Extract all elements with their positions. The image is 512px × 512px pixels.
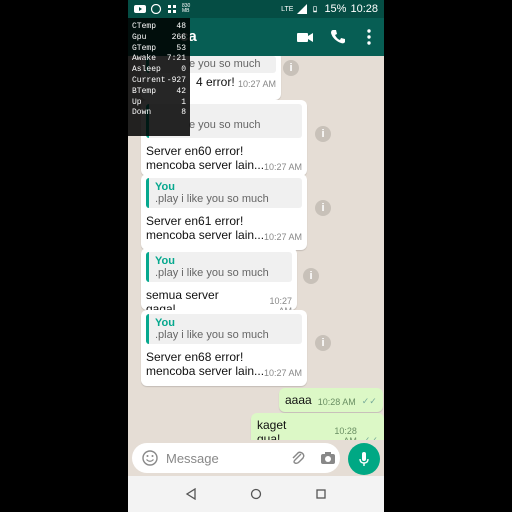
message-text: kaget gua! <box>257 418 287 440</box>
overlay-row: BTemp 42 <box>132 87 186 98</box>
message-time: 10:28 AM <box>334 426 357 440</box>
clock: 10:28 <box>350 3 378 15</box>
overlay-value: 48 <box>176 22 186 31</box>
overlay-value: 8 <box>181 108 186 118</box>
message-text: aaaa <box>285 393 312 407</box>
signal-icon <box>297 4 308 14</box>
home-icon[interactable] <box>250 488 262 500</box>
microphone-icon <box>359 452 369 466</box>
quote-author: You <box>155 317 175 329</box>
overlay-key: CTemp <box>132 22 157 31</box>
info-icon[interactable]: i <box>303 268 319 284</box>
system-monitor-overlay: CTemp 48 Gpu 266 GTemp 53 Awake 7:21 Asleep 0… <box>128 18 190 136</box>
quote-text: .play i like you so much <box>155 267 269 279</box>
overlay-value: 1 <box>181 97 186 107</box>
overlay-key: Up <box>132 97 142 107</box>
overlay-value: 53 <box>176 43 186 53</box>
message-text: Server en68 error! <box>146 350 244 364</box>
overlay-key: Gpu <box>132 32 147 42</box>
whatsapp-icon <box>150 4 162 14</box>
quote-text: .play i like you so much <box>155 329 269 341</box>
quoted-reply[interactable]: You .play i like you so much <box>146 314 302 344</box>
speed-indicator: 830 MB <box>182 4 190 14</box>
network-label: LTE <box>281 5 294 13</box>
attach-icon[interactable] <box>290 450 306 466</box>
status-bar: 830 MB LTE 15% 10:28 <box>128 0 384 18</box>
incoming-message[interactable]: You .play i like you so much Server en68… <box>141 310 307 386</box>
overlay-row: GTemp 53 <box>132 44 186 55</box>
overlay-key: Down <box>132 108 152 118</box>
message-time: 10:28 AM <box>317 397 356 407</box>
overlay-row: Awake 7:21 <box>132 54 186 65</box>
android-nav-bar <box>128 476 384 512</box>
overlay-row: CTemp 48 <box>132 22 186 33</box>
message-placeholder: Message <box>166 451 219 466</box>
voice-record-button[interactable] <box>348 443 380 475</box>
overlay-key: Awake <box>132 54 157 64</box>
outgoing-message[interactable]: kaget gua! 10:28 AM ✓✓ <box>251 413 384 440</box>
overlay-key: BTemp <box>132 86 157 96</box>
quote-author: You <box>155 255 175 267</box>
overlay-value: 7:21 <box>166 54 186 64</box>
back-icon[interactable] <box>185 488 197 500</box>
quoted-reply[interactable]: You .play i like you so much <box>146 252 292 282</box>
incoming-message[interactable]: You .play i like you so much Server en61… <box>141 174 307 250</box>
overlay-value: 42 <box>176 86 186 96</box>
info-icon[interactable]: i <box>315 200 331 216</box>
overlay-value: -927 <box>166 75 186 85</box>
info-icon[interactable]: i <box>315 335 331 351</box>
overlay-row: Down 8 <box>132 108 186 119</box>
message-text: Server en60 error! <box>146 144 244 158</box>
recents-icon[interactable] <box>315 488 327 500</box>
incoming-message[interactable]: You .play i like you so much semua serve… <box>141 248 297 316</box>
read-receipt-icon: ✓✓ <box>361 396 377 406</box>
overlay-row: Up 1 <box>132 98 186 109</box>
overlay-key: GTemp <box>132 43 157 53</box>
overlay-row: Asleep 0 <box>132 65 186 76</box>
camera-icon[interactable] <box>320 450 336 466</box>
battery-level: 15% <box>324 3 347 15</box>
speed-unit: MB <box>182 8 190 14</box>
emoji-icon[interactable] <box>142 450 158 466</box>
quote-text: .play i like you so much <box>155 193 269 205</box>
grid-icon <box>168 5 176 13</box>
overlay-key: Asleep <box>132 65 161 75</box>
message-input[interactable]: Message <box>132 443 340 473</box>
overlay-row: Gpu 266 <box>132 33 186 44</box>
info-icon[interactable]: i <box>283 60 299 76</box>
overlay-key: Current <box>132 75 166 85</box>
video-call-icon[interactable] <box>296 28 314 46</box>
youtube-icon <box>134 5 146 13</box>
outgoing-message[interactable]: aaaa 10:28 AM ✓✓ <box>279 388 383 412</box>
compose-bar: Message <box>128 443 384 475</box>
overlay-row: Current -927 <box>132 76 186 87</box>
read-receipt-icon: ✓✓ <box>362 435 378 440</box>
voice-call-icon[interactable] <box>329 28 347 46</box>
message-text: Server en61 error! <box>146 214 244 228</box>
info-icon[interactable]: i <box>315 126 331 142</box>
battery-icon <box>313 6 318 13</box>
overlay-value: 0 <box>181 65 186 75</box>
overlay-value: 266 <box>171 32 186 42</box>
more-options-icon[interactable] <box>360 28 378 46</box>
quoted-reply[interactable]: You .play i like you so much <box>146 178 302 208</box>
quote-author: You <box>155 181 175 193</box>
